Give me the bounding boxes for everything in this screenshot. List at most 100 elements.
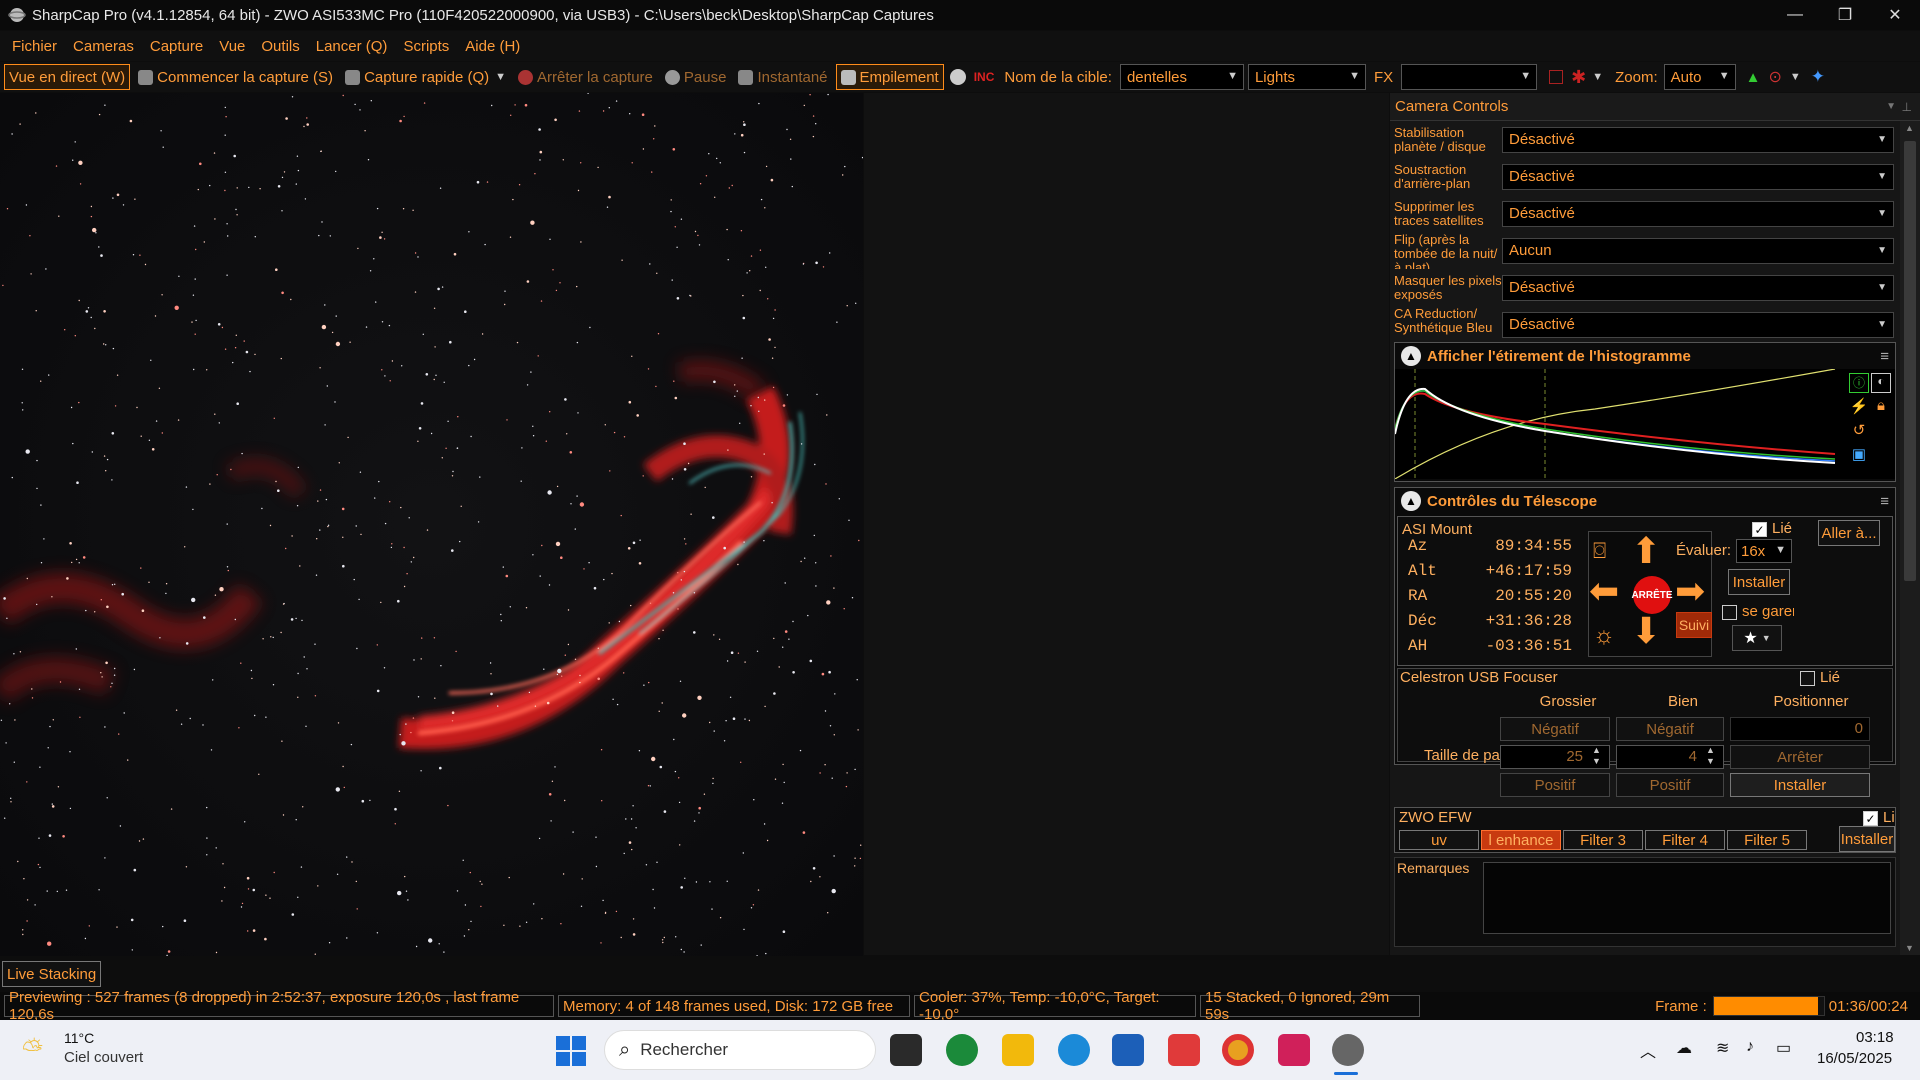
start-capture-button[interactable]: Commencer la capture (S) xyxy=(134,64,337,90)
menu-icon[interactable]: ≡ xyxy=(1880,348,1889,365)
weather-temp[interactable]: 11°C xyxy=(64,1030,94,1046)
edge-icon[interactable] xyxy=(1058,1034,1090,1066)
target-name-combo[interactable]: dentelles ▼ xyxy=(1119,64,1244,90)
reticle-box-icon[interactable] xyxy=(1549,70,1564,84)
reset-icon[interactable]: ↺ xyxy=(1849,421,1869,441)
chevron-down-icon[interactable]: ▼ xyxy=(1592,71,1603,83)
minimize-button[interactable]: — xyxy=(1770,0,1820,30)
pin-icon[interactable]: ⊥ xyxy=(1902,100,1912,114)
scrollbar-thumb[interactable] xyxy=(1904,141,1916,581)
weather-text[interactable]: Ciel couvert xyxy=(64,1049,143,1066)
position-input[interactable]: 0 xyxy=(1730,717,1870,741)
sphere-icon[interactable] xyxy=(949,69,966,85)
lock-icon[interactable]: 🔒︎ xyxy=(1871,397,1891,417)
stop-capture-button[interactable]: Arrêter la capture xyxy=(514,64,657,90)
focuser-linked-checkbox[interactable] xyxy=(1800,671,1815,686)
info-icon[interactable]: ⓘ xyxy=(1849,373,1869,393)
mount-install-button[interactable]: Installer xyxy=(1728,569,1790,595)
file-explorer-icon[interactable] xyxy=(1002,1034,1034,1066)
lightning-icon[interactable]: ⚡ xyxy=(1849,397,1869,417)
efw-install-button[interactable]: Installer xyxy=(1839,826,1895,852)
snapshot-button[interactable]: Instantané xyxy=(734,64,831,90)
fine-positive-button[interactable]: Positif xyxy=(1616,773,1724,797)
satellite-trail-select[interactable]: Désactivé ▼ xyxy=(1502,200,1894,227)
chrome-icon[interactable] xyxy=(1222,1034,1254,1066)
focuser-install-button[interactable]: Installer xyxy=(1730,773,1870,797)
sharpcap-taskbar-icon[interactable] xyxy=(1332,1034,1364,1066)
store-icon[interactable] xyxy=(1112,1034,1144,1066)
volume-icon[interactable]: ♪ xyxy=(1746,1038,1754,1056)
windows-start-icon[interactable] xyxy=(556,1036,586,1066)
spinner-icon[interactable]: ▲ ▼ xyxy=(1706,745,1715,767)
menu-aide[interactable]: Aide (H) xyxy=(461,38,524,55)
filter-button-5[interactable]: Filter 5 xyxy=(1727,830,1807,850)
chevron-down-icon[interactable]: ▼ xyxy=(495,71,506,83)
search-box[interactable]: ⌕ Rechercher xyxy=(604,1030,876,1070)
histogram-header[interactable]: ▲ Afficher l'étirement de l'histogramme ≡ xyxy=(1395,343,1895,369)
chevron-down-icon[interactable]: ▼ xyxy=(1790,71,1801,83)
menu-lancer[interactable]: Lancer (Q) xyxy=(312,38,392,55)
telescope-header[interactable]: ▲ Contrôles du Télescope ≡ xyxy=(1395,488,1895,514)
close-button[interactable]: ✕ xyxy=(1870,0,1920,30)
coarse-positive-button[interactable]: Positif xyxy=(1500,773,1610,797)
menu-scripts[interactable]: Scripts xyxy=(399,38,453,55)
contrast-icon[interactable]: ◐ xyxy=(1871,373,1891,393)
park-checkbox[interactable] xyxy=(1722,605,1737,620)
scroll-down-icon[interactable]: ▼ xyxy=(1905,943,1914,953)
spiral-search-icon[interactable]: ⌼ xyxy=(1593,538,1606,564)
fx-combo[interactable]: ▼ xyxy=(1401,64,1538,90)
background-subtraction-select[interactable]: Désactivé ▼ xyxy=(1502,163,1894,190)
frame-type-combo[interactable]: Lights ▼ xyxy=(1247,64,1366,90)
histogram-icon[interactable]: ▲ xyxy=(1746,69,1761,86)
tracking-button[interactable]: Suivi xyxy=(1676,612,1712,638)
menu-outils[interactable]: Outils xyxy=(257,38,303,55)
battery-icon[interactable]: ▭ xyxy=(1776,1038,1791,1058)
menu-fichier[interactable]: Fichier xyxy=(8,38,61,55)
scroll-up-icon[interactable]: ▲ xyxy=(1905,123,1914,133)
rate-combo[interactable]: 16x ▼ xyxy=(1736,539,1792,563)
chevron-down-icon[interactable]: ▼ xyxy=(1886,101,1896,112)
polar-align-icon[interactable]: ✦ xyxy=(1811,67,1825,87)
weather-icon[interactable]: ⛅︎ xyxy=(22,1034,43,1066)
histogram-chart[interactable] xyxy=(1395,369,1895,479)
mount-linked-checkbox[interactable]: ✓ xyxy=(1752,522,1767,537)
sun-icon[interactable]: ☼ xyxy=(1593,622,1615,650)
arrow-left-icon[interactable]: ⬅ xyxy=(1589,570,1619,612)
collapse-icon[interactable]: ▲ xyxy=(1401,346,1421,366)
task-view-icon[interactable] xyxy=(890,1034,922,1066)
live-view-button[interactable]: Vue en direct (W) xyxy=(4,64,131,90)
timer-icon[interactable]: ⊙ xyxy=(1768,67,1781,87)
cloud-sync-icon[interactable]: ☁︎ xyxy=(1676,1038,1692,1058)
notes-textarea[interactable] xyxy=(1483,862,1891,934)
quick-capture-button[interactable]: Capture rapide (Q) ▼ xyxy=(341,64,510,90)
menu-cameras[interactable]: Cameras xyxy=(69,38,138,55)
mask-pixels-select[interactable]: Désactivé ▼ xyxy=(1502,274,1894,301)
astro-app-icon[interactable] xyxy=(1278,1034,1310,1066)
focuser-stop-button[interactable]: Arrêter xyxy=(1730,745,1870,769)
zoom-combo[interactable]: Auto ▼ xyxy=(1663,64,1736,90)
coarse-negative-button[interactable]: Négatif xyxy=(1500,717,1610,741)
filter-button-3[interactable]: Filter 3 xyxy=(1563,830,1643,850)
clock-date[interactable]: 16/05/2025 xyxy=(1817,1050,1892,1067)
arrow-down-icon[interactable]: ⬇ xyxy=(1631,610,1661,652)
goto-button[interactable]: Aller à... xyxy=(1818,520,1880,546)
app-red-icon[interactable] xyxy=(1168,1034,1200,1066)
ca-reduction-select[interactable]: Désactivé ▼ xyxy=(1502,311,1894,338)
filter-button-4[interactable]: Filter 4 xyxy=(1645,830,1725,850)
fine-negative-button[interactable]: Négatif xyxy=(1616,717,1724,741)
stop-slew-button[interactable]: ARRÊTE xyxy=(1631,576,1673,614)
stacking-button[interactable]: Empilement xyxy=(835,64,944,90)
clock-time[interactable]: 03:18 xyxy=(1856,1029,1894,1046)
star-dropdown[interactable]: ★ ▼ xyxy=(1732,625,1782,651)
menu-icon[interactable]: ≡ xyxy=(1880,493,1889,510)
arrow-up-icon[interactable]: ⬆ xyxy=(1631,530,1661,572)
menu-capture[interactable]: Capture xyxy=(146,38,207,55)
chevron-up-icon[interactable]: ︿ xyxy=(1640,1038,1656,1062)
menu-vue[interactable]: Vue xyxy=(215,38,249,55)
filter-button-l-enhance[interactable]: l enhance xyxy=(1481,830,1561,850)
arrow-right-icon[interactable]: ➡ xyxy=(1675,570,1705,612)
efw-linked-checkbox[interactable]: ✓ xyxy=(1863,811,1878,826)
spinner-icon[interactable]: ▲ ▼ xyxy=(1592,745,1601,767)
filter-button-uv[interactable]: uv xyxy=(1399,830,1479,850)
crosshair-icon[interactable]: ✱ xyxy=(1571,67,1586,88)
